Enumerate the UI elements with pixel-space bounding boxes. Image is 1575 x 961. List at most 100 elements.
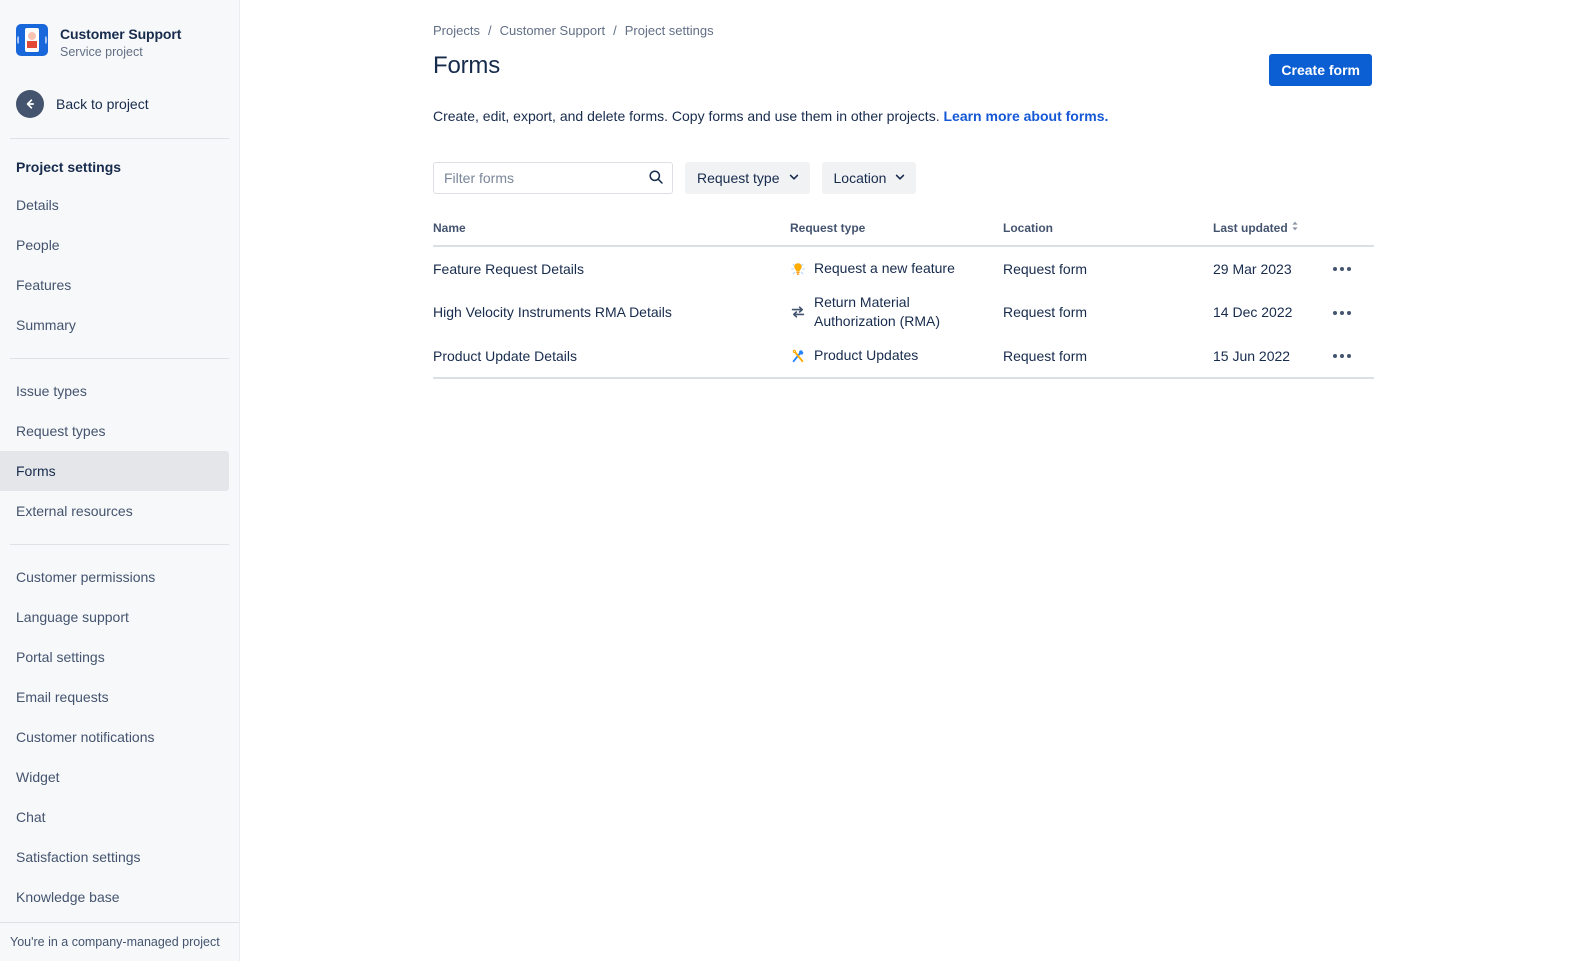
- request-type-label: Product Updates: [814, 346, 918, 365]
- table-row: Feature Request Details: [433, 246, 1374, 290]
- sidebar-item-features[interactable]: Features: [0, 265, 229, 305]
- app-root: Customer Support Service project Back to…: [0, 0, 1575, 961]
- sidebar-item-forms[interactable]: Forms: [0, 451, 229, 491]
- sidebar-item-knowledge-base[interactable]: Knowledge base: [0, 877, 229, 917]
- forms-table-body: Feature Request Details: [433, 246, 1374, 378]
- cell-actions: [1333, 334, 1374, 378]
- request-type-label: Request a new feature: [814, 259, 955, 278]
- sidebar-item-satisfaction-settings[interactable]: Satisfaction settings: [0, 837, 229, 877]
- page-header-row: Forms Create form: [433, 52, 1575, 86]
- swap-arrows-icon: [790, 304, 806, 320]
- table-row: Product Update Details: [433, 334, 1374, 378]
- sidebar-item-details[interactable]: Details: [0, 185, 229, 225]
- cell-location: Request form: [1003, 246, 1213, 290]
- forms-table: Name Request type Location Last updated: [433, 220, 1374, 379]
- company-managed-note: You're in a company-managed project: [0, 922, 239, 961]
- cell-request-type: Request a new feature: [790, 246, 1003, 290]
- sidebar-item-people[interactable]: People: [0, 225, 229, 265]
- column-header-name: Name: [433, 220, 790, 246]
- form-name-link[interactable]: High Velocity Instruments RMA Details: [433, 304, 672, 320]
- sidebar-divider-bottom: [10, 544, 229, 545]
- form-name-link[interactable]: Feature Request Details: [433, 261, 584, 277]
- filter-forms-field: [433, 162, 673, 194]
- tools-icon: [790, 348, 806, 364]
- request-type-filter-button[interactable]: Request type: [685, 162, 810, 194]
- sidebar-group-general: Details People Features Summary: [0, 185, 239, 345]
- project-settings-sidebar: Customer Support Service project Back to…: [0, 0, 240, 961]
- sidebar-item-chat[interactable]: Chat: [0, 797, 229, 837]
- chevron-down-icon: [788, 170, 800, 186]
- table-row: High Velocity Instruments RMA Details: [433, 290, 1374, 334]
- breadcrumb-separator-2: /: [605, 22, 625, 40]
- back-to-project-label: Back to project: [56, 94, 149, 114]
- project-header[interactable]: Customer Support Service project: [0, 0, 239, 61]
- form-name-link[interactable]: Product Update Details: [433, 348, 577, 364]
- sidebar-group-types: Issue types Request types Forms External…: [0, 371, 239, 531]
- lightbulb-icon: [790, 261, 806, 277]
- cell-request-type: Product Updates: [790, 334, 1003, 378]
- filter-forms-input[interactable]: [433, 162, 673, 194]
- breadcrumb-separator-1: /: [480, 22, 500, 40]
- page-description: Create, edit, export, and delete forms. …: [433, 106, 1575, 126]
- sidebar-group-channels: Customer permissions Language support Po…: [0, 557, 239, 957]
- location-value: Request form: [1003, 304, 1087, 320]
- sidebar-divider-top: [10, 138, 229, 139]
- location-value: Request form: [1003, 348, 1087, 364]
- sidebar-section-title: Project settings: [0, 157, 239, 177]
- cell-form-name: Product Update Details: [433, 334, 790, 378]
- cell-last-updated: 15 Jun 2022: [1213, 334, 1333, 378]
- chevron-down-icon: [894, 170, 906, 186]
- column-header-last-updated[interactable]: Last updated: [1213, 220, 1333, 246]
- create-form-button[interactable]: Create form: [1269, 54, 1372, 86]
- cell-request-type: Return Material Authorization (RMA): [790, 290, 1003, 334]
- table-header-row: Name Request type Location Last updated: [433, 220, 1374, 246]
- request-type-filter-label: Request type: [697, 170, 780, 186]
- main-content: Projects / Customer Support / Project se…: [240, 0, 1575, 961]
- location-filter-button[interactable]: Location: [822, 162, 917, 194]
- more-actions-icon[interactable]: [1333, 344, 1351, 368]
- project-name: Customer Support: [60, 25, 181, 43]
- breadcrumb-customer-support[interactable]: Customer Support: [500, 22, 606, 40]
- sidebar-item-widget[interactable]: Widget: [0, 757, 229, 797]
- column-header-location: Location: [1003, 220, 1213, 246]
- filter-toolbar: Request type Location: [433, 162, 1575, 194]
- back-to-project-link[interactable]: Back to project: [0, 84, 239, 124]
- arrow-left-circle-icon: [16, 90, 44, 118]
- cell-last-updated: 14 Dec 2022: [1213, 290, 1333, 334]
- sidebar-item-issue-types[interactable]: Issue types: [0, 371, 229, 411]
- more-actions-icon[interactable]: [1333, 257, 1351, 281]
- location-value: Request form: [1003, 261, 1087, 277]
- cell-form-name: Feature Request Details: [433, 246, 790, 290]
- cell-actions: [1333, 246, 1374, 290]
- cell-form-name: High Velocity Instruments RMA Details: [433, 290, 790, 334]
- last-updated-value: 15 Jun 2022: [1213, 348, 1290, 364]
- cell-location: Request form: [1003, 290, 1213, 334]
- location-filter-label: Location: [834, 170, 887, 186]
- breadcrumb: Projects / Customer Support / Project se…: [433, 22, 1575, 40]
- project-meta: Customer Support Service project: [60, 24, 181, 61]
- sidebar-item-request-types[interactable]: Request types: [0, 411, 229, 451]
- sidebar-item-language-support[interactable]: Language support: [0, 597, 229, 637]
- column-header-request-type: Request type: [790, 220, 1003, 246]
- sidebar-item-summary[interactable]: Summary: [0, 305, 229, 345]
- sidebar-item-email-requests[interactable]: Email requests: [0, 677, 229, 717]
- sort-updown-icon: [1291, 220, 1299, 236]
- service-desk-avatar-icon: [16, 24, 48, 56]
- sidebar-item-portal-settings[interactable]: Portal settings: [0, 637, 229, 677]
- project-type: Service project: [60, 44, 181, 61]
- cell-location: Request form: [1003, 334, 1213, 378]
- request-type-label: Return Material Authorization (RMA): [814, 293, 946, 331]
- forms-table-header: Name Request type Location Last updated: [433, 220, 1374, 246]
- more-actions-icon[interactable]: [1333, 301, 1351, 325]
- breadcrumb-projects[interactable]: Projects: [433, 22, 480, 40]
- cell-last-updated: 29 Mar 2023: [1213, 246, 1333, 290]
- last-updated-value: 14 Dec 2022: [1213, 304, 1292, 320]
- learn-more-about-forms-link[interactable]: Learn more about forms.: [943, 108, 1108, 124]
- last-updated-value: 29 Mar 2023: [1213, 261, 1292, 277]
- sidebar-item-customer-notifications[interactable]: Customer notifications: [0, 717, 229, 757]
- sidebar-item-external-resources[interactable]: External resources: [0, 491, 229, 531]
- forms-page: Projects / Customer Support / Project se…: [240, 0, 1575, 379]
- sidebar-item-customer-permissions[interactable]: Customer permissions: [0, 557, 229, 597]
- breadcrumb-project-settings[interactable]: Project settings: [625, 22, 714, 40]
- sidebar-divider-middle: [10, 358, 229, 359]
